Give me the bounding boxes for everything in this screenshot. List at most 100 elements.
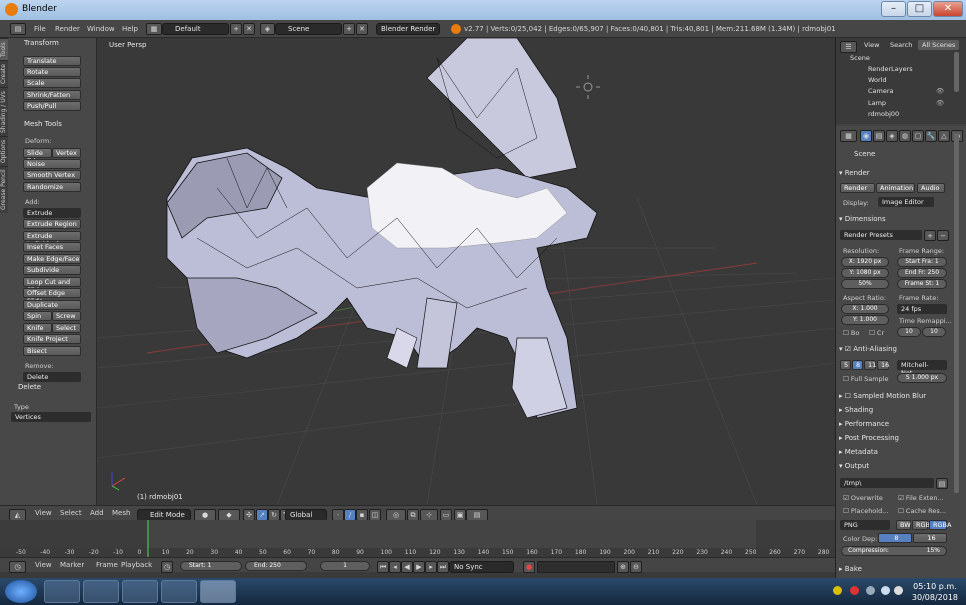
viewport-canvas[interactable] xyxy=(97,38,835,505)
extrude-individual-button[interactable]: Extrude Individual xyxy=(23,231,81,248)
media-player-icon[interactable] xyxy=(44,580,80,603)
bake-panel-title[interactable]: ▸ Bake xyxy=(839,565,952,573)
insert-keyframe-button[interactable]: ⊕ xyxy=(617,561,629,573)
tray-flag-icon[interactable] xyxy=(866,586,875,595)
border-checkbox[interactable]: ☐ Bo xyxy=(843,329,859,337)
keying-set-field[interactable] xyxy=(537,561,615,573)
tab-grease-pencil[interactable]: Grease Pencil xyxy=(0,166,8,213)
file-extension-checkbox[interactable]: ☑ File Exten... xyxy=(898,494,944,502)
randomize-button[interactable]: Randomize xyxy=(23,182,81,192)
tab-options[interactable]: Options xyxy=(0,136,8,166)
outliner-item-camera[interactable]: Camera xyxy=(868,87,894,95)
tray-security-icon[interactable] xyxy=(850,586,859,595)
audio-button[interactable]: Audio xyxy=(917,183,945,193)
scene-icon[interactable]: ◈ xyxy=(260,23,275,35)
outliner-search-menu[interactable]: Search xyxy=(890,41,912,49)
aa-samples-8[interactable]: 8 xyxy=(852,360,863,370)
animation-button[interactable]: Animation xyxy=(876,183,915,193)
timeline[interactable]: -50 -40 -30 -20 -10 0 10 20 30 40 50 60 70 80 90 100 110… xyxy=(0,520,835,557)
tray-network-icon[interactable] xyxy=(881,586,890,595)
outliner[interactable]: ☰ View Search All Scenes Scene RenderLay… xyxy=(836,38,966,124)
close-button[interactable]: ✕ xyxy=(933,1,963,17)
transform-panel-title[interactable]: Transform xyxy=(24,39,59,49)
spin-button[interactable]: Spin xyxy=(23,311,52,321)
outliner-display-mode[interactable]: All Scenes xyxy=(918,40,960,50)
frame-step-prop[interactable]: Frame St: 1 xyxy=(897,279,947,289)
prev-key-button[interactable]: ◂ xyxy=(389,561,401,573)
editor-type-icon[interactable]: ▤ xyxy=(10,23,26,35)
slide-edge-button[interactable]: Slide Ed xyxy=(23,148,52,165)
render-button[interactable]: Render xyxy=(840,183,875,193)
offset-edge-slide-button[interactable]: Offset Edge Slide xyxy=(23,288,81,305)
select-menu[interactable]: Select xyxy=(60,508,82,519)
preview-range-toggle[interactable]: ◷ xyxy=(161,561,173,573)
remove-preset-button[interactable]: − xyxy=(937,230,949,241)
timeline-view-menu[interactable]: View xyxy=(35,560,52,571)
frame-menu[interactable]: Frame xyxy=(96,560,118,571)
timeline-ruler[interactable] xyxy=(0,520,835,557)
world-context-tab[interactable]: ◍ xyxy=(899,130,911,142)
inset-faces-button[interactable]: Inset Faces xyxy=(23,242,81,252)
subdivide-button[interactable]: Subdivide xyxy=(23,265,81,275)
remove-layout-button[interactable]: ✕ xyxy=(243,23,255,35)
camera-visibility-icon[interactable]: 👁 xyxy=(936,87,944,95)
outliner-item-world[interactable]: World xyxy=(868,76,887,84)
add-menu[interactable]: Add xyxy=(90,508,104,519)
fps-select[interactable]: 24 fps xyxy=(897,304,947,314)
aa-samples-11[interactable]: 11 xyxy=(864,360,876,370)
extrude-select[interactable]: Extrude xyxy=(23,208,81,218)
firefox-icon[interactable] xyxy=(161,580,197,603)
data-context-tab[interactable]: △ xyxy=(938,130,950,142)
minimize-button[interactable]: – xyxy=(881,1,906,17)
browse-folder-button[interactable]: ▤ xyxy=(936,478,948,489)
metadata-panel-title[interactable]: ▸ Metadata xyxy=(839,448,952,456)
depth-8-button[interactable]: 8 xyxy=(878,533,912,543)
blender-taskbar-icon[interactable] xyxy=(200,580,236,603)
extrude-region-button[interactable]: Extrude Region xyxy=(23,219,81,229)
file-format-select[interactable]: PNG xyxy=(840,520,890,530)
color-rgba-button[interactable]: RGBA xyxy=(929,520,951,530)
chrome-icon[interactable] xyxy=(83,580,119,603)
operator-panel-title[interactable]: Delete xyxy=(18,383,41,393)
push-pull-button[interactable]: Push/Pull xyxy=(23,101,81,111)
layout-icon[interactable]: ▦ xyxy=(146,23,162,35)
timeline-editor-type-icon[interactable]: ◷ xyxy=(9,561,26,573)
knife-project-button[interactable]: Knife Project xyxy=(23,334,81,344)
add-preset-button[interactable]: + xyxy=(924,230,936,241)
start-frame-field[interactable]: Start: 1 xyxy=(180,561,242,571)
dimensions-panel-title[interactable]: ▾ Dimensions xyxy=(839,215,952,223)
filter-size-field[interactable]: S 1.000 px xyxy=(897,373,947,383)
playback-menu[interactable]: Playback xyxy=(121,560,152,571)
knife-button[interactable]: Knife xyxy=(23,323,52,333)
compression-field[interactable]: Compression: 15% xyxy=(841,546,947,556)
end-frame-field[interactable]: End: 250 xyxy=(245,561,307,571)
delete-keyframe-button[interactable]: ⊖ xyxy=(630,561,642,573)
record-button[interactable]: ● xyxy=(523,561,535,573)
lamp-object[interactable] xyxy=(576,75,600,99)
outliner-item-rdmobj00[interactable]: rdmobj00 xyxy=(868,110,899,118)
shrink-fatten-button[interactable]: Shrink/Fatten xyxy=(23,90,81,100)
outliner-item-renderlayers[interactable]: RenderLayers xyxy=(868,65,913,73)
tab-shading-uvs[interactable]: Shading / UVs xyxy=(0,87,8,136)
post-processing-panel-title[interactable]: ▸ Post Processing xyxy=(839,434,952,442)
outliner-editor-type-icon[interactable]: ☰ xyxy=(840,41,857,53)
modifier-context-tab[interactable]: 🔧 xyxy=(925,130,937,142)
dragon-mesh[interactable] xyxy=(166,38,598,419)
end-frame-prop[interactable]: End Fr: 250 xyxy=(897,268,947,278)
scene-select[interactable]: Scene xyxy=(275,23,342,35)
next-key-button[interactable]: ▸ xyxy=(425,561,437,573)
view-menu[interactable]: View xyxy=(35,508,52,519)
tab-tools[interactable]: Tools xyxy=(0,38,8,60)
aspect-x-field[interactable]: X: 1.000 xyxy=(841,304,889,314)
3d-viewport[interactable]: User Persp (1) rdmobj01 xyxy=(97,38,835,505)
start-button[interactable] xyxy=(5,580,37,603)
mesh-tools-panel-title[interactable]: Mesh Tools xyxy=(24,120,62,130)
overwrite-checkbox[interactable]: ☑ Overwrite xyxy=(843,494,883,502)
make-edge-face-button[interactable]: Make Edge/Face xyxy=(23,254,81,264)
noise-button[interactable]: Noise xyxy=(23,159,81,169)
menu-window[interactable]: Window xyxy=(87,23,115,35)
shading-panel-title[interactable]: ▸ Shading xyxy=(839,406,952,414)
jump-end-button[interactable]: ⏭ xyxy=(437,561,449,573)
mesh-menu[interactable]: Mesh xyxy=(112,508,130,519)
anti-aliasing-panel-title[interactable]: ▾ ☑ Anti-Aliasing xyxy=(839,345,952,353)
